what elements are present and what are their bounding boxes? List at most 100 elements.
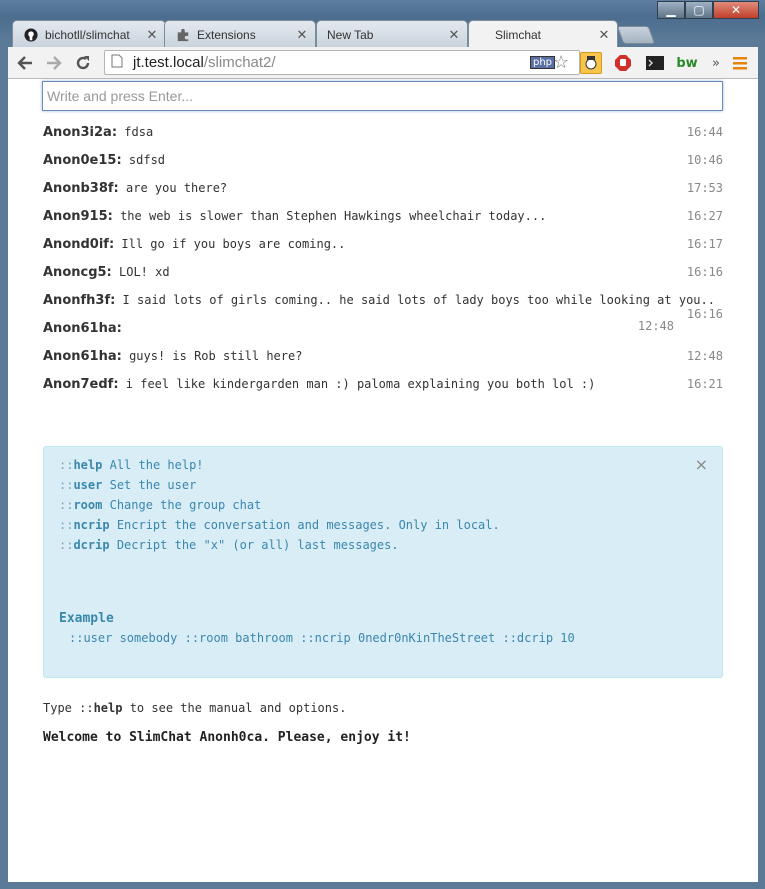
message-input[interactable]: Write and press Enter... [42, 81, 723, 111]
message-user: Anon61ha: [43, 349, 122, 364]
url-host: jt.test.local [133, 54, 204, 71]
help-panel: × ::help All the help! ::user Set the us… [43, 446, 723, 678]
command-name: help [73, 458, 103, 472]
address-bar[interactable]: jt.test.local /slimchat2/ php ☆ [104, 50, 580, 75]
message-user: Anonfh3f: [43, 293, 116, 308]
message-time: 12:48 [637, 319, 674, 333]
forward-arrow-icon[interactable] [43, 52, 65, 74]
message-text: are you there? [126, 181, 228, 195]
bw-extension-icon[interactable]: bw [676, 52, 698, 74]
message-time: 16:27 [686, 209, 723, 223]
list-item: Anond0if: Ill go if you boys are coming.… [43, 237, 723, 265]
message-time: 16:16 [686, 265, 723, 279]
hint-command-prefix: :: [79, 701, 94, 715]
back-arrow-icon[interactable] [14, 52, 36, 74]
message-time: 12:48 [686, 349, 723, 363]
minimize-button[interactable]: ▁ [657, 1, 685, 19]
hint-text-after: to see the manual and options. [122, 701, 347, 715]
message-user: Anon7edf: [43, 377, 119, 392]
command-prefix: :: [59, 518, 74, 532]
message-text: LOL! xd [119, 265, 170, 279]
list-item: Anon61ha: 12:48 [43, 319, 723, 349]
message-user: Anon3i2a: [43, 125, 118, 140]
window-controls: ▁ ▢ ✕ [657, 1, 759, 19]
message-text: Ill go if you boys are coming.. [121, 237, 346, 251]
command-prefix: :: [59, 458, 74, 472]
url-path: /slimchat2/ [203, 54, 276, 71]
message-text: i feel like kindergarden man :) paloma e… [125, 377, 596, 391]
message-list: Anon3i2a: fdsa 16:44 Anon0e15: sdfsd 10:… [43, 125, 723, 405]
command-name: room [73, 498, 103, 512]
tab-close-icon[interactable]: ✕ [597, 27, 611, 43]
message-user: Anon915: [43, 209, 113, 224]
help-hint: Type ::help to see the manual and option… [43, 701, 346, 715]
tab-strip: bichotll/slimchat ✕ Extensions ✕ New Tab… [8, 18, 758, 49]
list-item: Anon61ha: guys! is Rob still here? 12:48 [43, 349, 723, 377]
close-window-button[interactable]: ✕ [713, 1, 759, 19]
tab-title: bichotll/slimchat [45, 27, 130, 42]
puzzle-icon [175, 27, 191, 43]
tab-extensions[interactable]: Extensions ✕ [164, 20, 316, 48]
message-user: Anon61ha: [43, 321, 122, 336]
tab-title: New Tab [327, 27, 374, 42]
page-content: Write and press Enter... Anon3i2a: fdsa … [8, 79, 758, 882]
help-command-row: ::help All the help! [59, 458, 204, 472]
hint-command: help [93, 701, 123, 715]
welcome-message: Welcome to SlimChat Anonh0ca. Please, en… [43, 730, 411, 745]
help-command-row: ::room Change the group chat [59, 498, 261, 512]
menu-icon[interactable] [729, 52, 751, 74]
tab-close-icon[interactable]: ✕ [295, 27, 309, 43]
bookmark-star-icon[interactable]: ☆ [553, 52, 569, 73]
extensions-overflow-icon[interactable]: » [705, 52, 727, 74]
help-command-row: ::ncrip Encript the conversation and mes… [59, 518, 500, 532]
list-item: Anonfh3f: I said lots of girls coming.. … [43, 293, 723, 321]
php-extension-icon[interactable]: php [530, 56, 556, 69]
tab-github[interactable]: bichotll/slimchat ✕ [12, 20, 166, 48]
stop-extension-icon[interactable] [612, 52, 634, 74]
tab-slimchat[interactable]: Slimchat ✕ [468, 20, 618, 49]
tab-title: Slimchat [495, 28, 542, 42]
list-item: Anon915: the web is slower than Stephen … [43, 209, 723, 237]
reload-icon[interactable] [72, 52, 94, 74]
close-icon[interactable]: × [695, 455, 708, 474]
message-text: fdsa [124, 125, 154, 139]
list-item: Anon7edf: i feel like kindergarden man :… [43, 377, 723, 405]
mascot-extension-icon[interactable] [580, 52, 602, 74]
message-user: Anoncg5: [43, 265, 112, 280]
maximize-button[interactable]: ▢ [685, 1, 713, 19]
message-time: 16:44 [686, 125, 723, 139]
message-user: Anonb38f: [43, 181, 119, 196]
new-tab-button[interactable] [616, 26, 656, 44]
command-description: Decript the "x" (or all) last messages. [116, 538, 399, 552]
page-icon [111, 54, 129, 71]
command-name: dcrip [73, 538, 110, 552]
message-time: 10:46 [686, 153, 723, 167]
list-item: Anon0e15: sdfsd 10:46 [43, 153, 723, 181]
help-command-row: ::dcrip Decript the "x" (or all) last me… [59, 538, 399, 552]
message-text: the web is slower than Stephen Hawkings … [120, 209, 547, 223]
tab-title: Extensions [197, 27, 256, 42]
message-text: I said lots of girls coming.. he said lo… [122, 293, 715, 307]
browser-toolbar: jt.test.local /slimchat2/ php ☆ bw » [8, 47, 758, 79]
message-text: guys! is Rob still here? [129, 349, 303, 363]
message-user: Anond0if: [43, 237, 115, 252]
list-item: Anonb38f: are you there? 17:53 [43, 181, 723, 209]
message-time: 16:16 [686, 307, 723, 321]
hint-text-before: Type [43, 701, 80, 715]
message-user: Anon0e15: [43, 153, 122, 168]
message-time: 16:17 [686, 237, 723, 251]
message-time: 17:53 [686, 181, 723, 195]
list-item: Anoncg5: LOL! xd 16:16 [43, 265, 723, 293]
help-command-row: ::user Set the user [59, 478, 196, 492]
message-time: 16:21 [686, 377, 723, 391]
terminal-extension-icon[interactable] [644, 52, 666, 74]
tab-close-icon[interactable]: ✕ [145, 27, 159, 43]
message-text: sdfsd [128, 153, 166, 167]
list-item: Anon3i2a: fdsa 16:44 [43, 125, 723, 153]
example-title: Example [59, 611, 114, 626]
tab-new-tab[interactable]: New Tab ✕ [316, 20, 468, 48]
command-description: All the help! [109, 458, 204, 472]
tab-close-icon[interactable]: ✕ [447, 27, 461, 43]
command-description: Set the user [109, 478, 197, 492]
example-text: ::user somebody ::room bathroom ::ncrip … [69, 631, 575, 645]
